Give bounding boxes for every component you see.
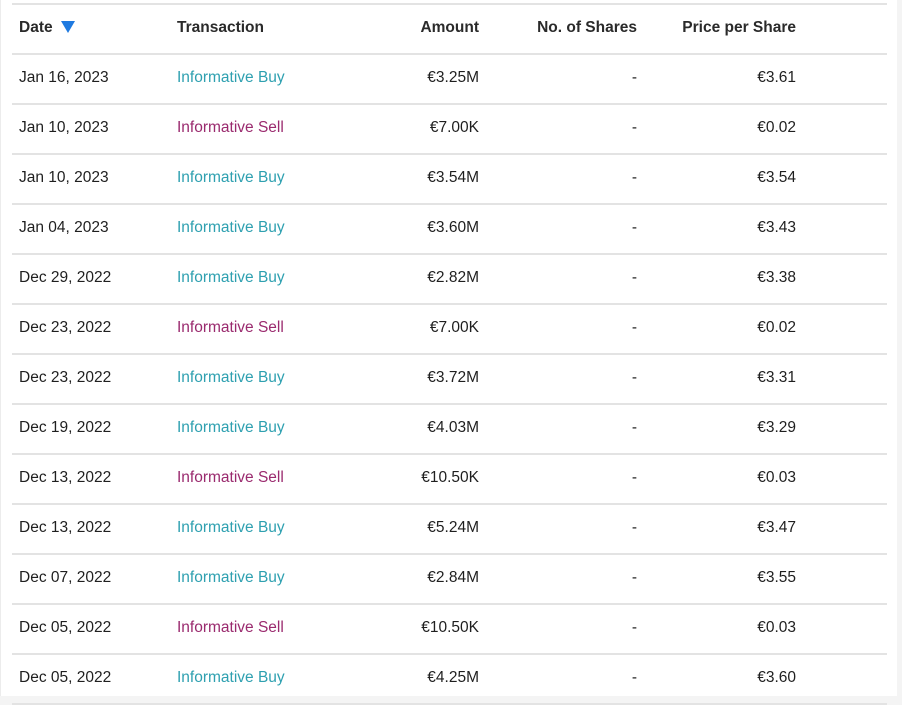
table-row: Jan 10, 2023 Informative Sell €7.00K - €0.02 <box>12 103 887 153</box>
amount-cell: €2.82M <box>427 269 479 286</box>
transaction-type-cell: Informative Sell <box>177 469 284 486</box>
shares-cell: - <box>631 319 637 336</box>
date-cell: Dec 29, 2022 <box>19 269 112 286</box>
header-price[interactable]: Price per Share <box>682 5 796 51</box>
date-cell: Dec 13, 2022 <box>19 519 112 536</box>
date-cell: Jan 10, 2023 <box>19 169 109 186</box>
shares-cell: - <box>631 519 637 536</box>
transaction-type-cell: Informative Buy <box>177 419 285 436</box>
amount-cell: €7.00K <box>429 119 479 136</box>
header-amount[interactable]: Amount <box>420 5 479 51</box>
shares-cell: - <box>631 669 637 686</box>
shares-cell: - <box>631 119 637 136</box>
shares-cell: - <box>631 569 637 586</box>
table-row: Dec 29, 2022 Informative Buy €2.82M - €3.38 <box>12 253 887 303</box>
table-row: Dec 23, 2022 Informative Sell €7.00K - €0.02 <box>12 303 887 353</box>
amount-cell: €10.50K <box>421 619 479 636</box>
date-cell: Jan 16, 2023 <box>19 69 109 86</box>
amount-cell: €7.00K <box>429 319 479 336</box>
date-cell: Dec 23, 2022 <box>19 319 112 336</box>
amount-cell: €4.25M <box>427 669 479 686</box>
transaction-type-cell: Informative Buy <box>177 269 285 286</box>
amount-cell: €2.84M <box>427 569 479 586</box>
date-cell: Dec 05, 2022 <box>19 669 112 686</box>
table-row: Dec 19, 2022 Informative Buy €4.03M - €3.29 <box>12 403 887 453</box>
table-row: Dec 05, 2022 Informative Sell €10.50K - €0.0… <box>12 603 887 653</box>
price-cell: €3.47 <box>757 519 796 536</box>
table-row: Jan 10, 2023 Informative Buy €3.54M - €3.54 <box>12 153 887 203</box>
table-row: Dec 07, 2022 Informative Buy €2.84M - €3.55 <box>12 553 887 603</box>
transaction-type-cell: Informative Sell <box>177 119 284 136</box>
insider-transactions-panel: Date Transaction Amount No. of Shares Pr… <box>0 0 897 705</box>
price-cell: €3.54 <box>757 169 796 186</box>
shares-cell: - <box>631 369 637 386</box>
shares-cell: - <box>631 69 637 86</box>
price-cell: €3.43 <box>757 219 796 236</box>
table-row: Jan 04, 2023 Informative Buy €3.60M - €3.43 <box>12 203 887 253</box>
shares-cell: - <box>631 169 637 186</box>
table-row: Dec 13, 2022 Informative Buy €5.24M - €3.47 <box>12 503 887 553</box>
amount-cell: €3.25M <box>427 69 479 86</box>
amount-cell: €4.03M <box>427 419 479 436</box>
table-row: Dec 23, 2022 Informative Buy €3.72M - €3.31 <box>12 353 887 403</box>
shares-cell: - <box>631 269 637 286</box>
table-header-row: Date Transaction Amount No. of Shares Pr… <box>12 3 887 53</box>
shares-cell: - <box>631 469 637 486</box>
transaction-type-cell: Informative Sell <box>177 319 284 336</box>
price-cell: €0.02 <box>757 119 796 136</box>
date-cell: Dec 13, 2022 <box>19 469 112 486</box>
shares-cell: - <box>631 419 637 436</box>
amount-cell: €3.54M <box>427 169 479 186</box>
shares-cell: - <box>631 619 637 636</box>
price-cell: €3.38 <box>757 269 796 286</box>
transaction-type-cell: Informative Sell <box>177 619 284 636</box>
amount-cell: €5.24M <box>427 519 479 536</box>
table-row: Dec 13, 2022 Informative Sell €10.50K - €0.0… <box>12 453 887 503</box>
header-date[interactable]: Date <box>19 5 75 51</box>
transactions-table: Date Transaction Amount No. of Shares Pr… <box>12 3 887 705</box>
amount-cell: €10.50K <box>421 469 479 486</box>
price-cell: €0.02 <box>757 319 796 336</box>
table-row: Jan 16, 2023 Informative Buy €3.25M - €3.61 <box>12 53 887 103</box>
table-row: Dec 05, 2022 Informative Buy €4.25M - €3.60 <box>12 653 887 705</box>
date-cell: Dec 05, 2022 <box>19 619 112 636</box>
shares-cell: - <box>631 219 637 236</box>
price-cell: €3.60 <box>757 669 796 686</box>
table-body: Jan 16, 2023 Informative Buy €3.25M - €3.61 J… <box>12 53 887 705</box>
price-cell: €0.03 <box>757 619 796 636</box>
date-cell: Jan 04, 2023 <box>19 219 109 236</box>
amount-cell: €3.60M <box>427 219 479 236</box>
transaction-type-cell: Informative Buy <box>177 369 285 386</box>
transaction-type-cell: Informative Buy <box>177 669 285 686</box>
price-cell: €3.31 <box>757 369 796 386</box>
sort-descending-icon[interactable] <box>60 21 75 33</box>
amount-cell: €3.72M <box>427 369 479 386</box>
price-cell: €3.55 <box>757 569 796 586</box>
price-cell: €3.29 <box>757 419 796 436</box>
date-cell: Dec 07, 2022 <box>19 569 112 586</box>
transaction-type-cell: Informative Buy <box>177 519 285 536</box>
transaction-type-cell: Informative Buy <box>177 169 285 186</box>
transaction-type-cell: Informative Buy <box>177 569 285 586</box>
header-transaction[interactable]: Transaction <box>177 5 264 51</box>
date-cell: Jan 10, 2023 <box>19 119 109 136</box>
header-date-label: Date <box>19 19 53 36</box>
price-cell: €0.03 <box>757 469 796 486</box>
date-cell: Dec 23, 2022 <box>19 369 112 386</box>
price-cell: €3.61 <box>757 69 796 86</box>
transaction-type-cell: Informative Buy <box>177 69 285 86</box>
header-shares[interactable]: No. of Shares <box>537 5 637 51</box>
date-cell: Dec 19, 2022 <box>19 419 112 436</box>
transaction-type-cell: Informative Buy <box>177 219 285 236</box>
